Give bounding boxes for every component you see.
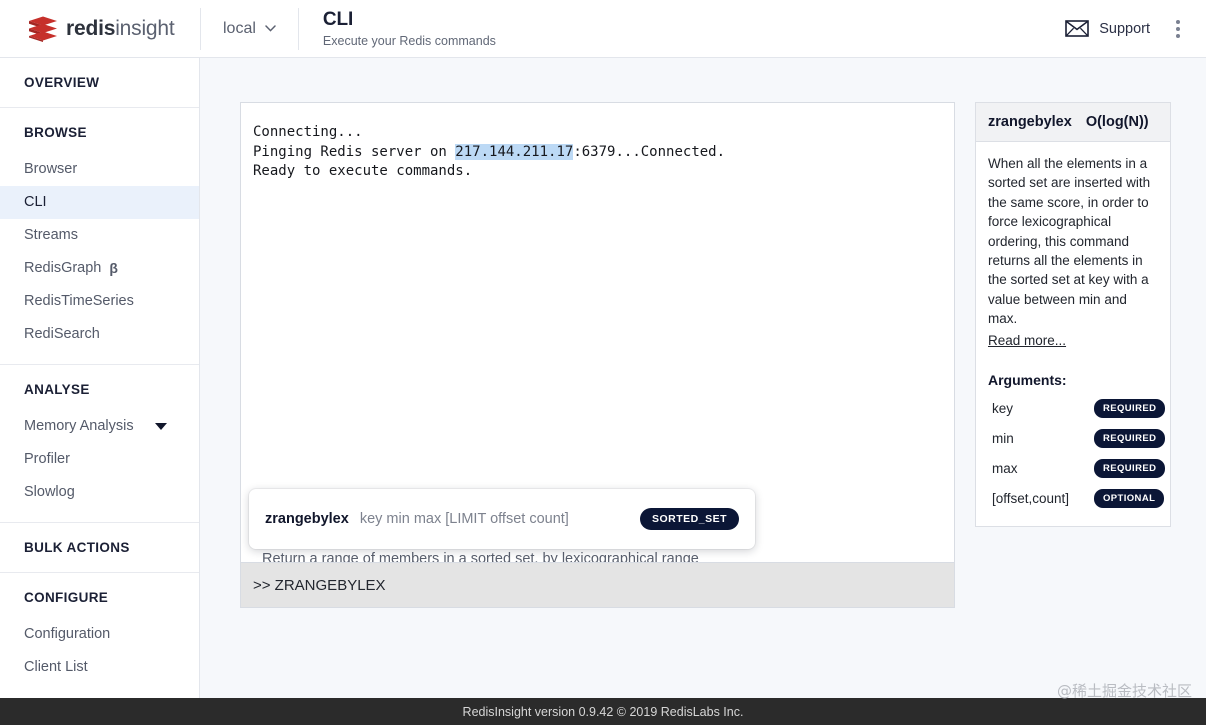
nav-group-title-analyse: ANALYSE [24, 382, 90, 397]
autocomplete-description: Return a range of members in a sorted se… [262, 551, 699, 562]
logo-text-light: insight [115, 16, 175, 40]
sidebar-item-configuration[interactable]: Configuration [0, 618, 199, 651]
app-logo[interactable]: redisinsight [0, 0, 200, 58]
kebab-dot [1176, 33, 1180, 38]
sidebar-item-label: Configuration [24, 626, 111, 642]
arguments-title: Arguments: [988, 371, 1067, 388]
selected-ip-address: 217.144.211.17 [455, 143, 574, 160]
nav-group-title-bulk-actions: BULK ACTIONS [24, 540, 130, 555]
support-button[interactable]: Support [1055, 14, 1160, 43]
argument-name: [offset,count] [992, 490, 1070, 506]
console-line-ping-suffix: :6379...Connected. [573, 143, 726, 160]
nav-group-analyse: ANALYSE Memory Analysis Profiler Slowlog [0, 365, 199, 523]
chevron-down-icon [265, 25, 276, 32]
console-line-connecting: Connecting... [253, 124, 363, 140]
sidebar-item-label: Client List [24, 659, 88, 675]
argument-name: min [992, 430, 1014, 446]
argument-requirement-badge: REQUIRED [1094, 458, 1166, 478]
envelope-icon [1065, 20, 1090, 37]
connection-selector[interactable]: local [201, 0, 298, 58]
autocomplete-group-badge: SORTED_SET [639, 508, 739, 530]
caret-down-icon[interactable] [155, 423, 167, 430]
sidebar-item-label: Profiler [24, 451, 70, 467]
console-line-ready: Ready to execute commands. [253, 163, 473, 179]
page-subtitle: Execute your Redis commands [322, 33, 496, 48]
sidebar-item-redisearch[interactable]: RediSearch [0, 318, 199, 351]
sidebar-item-label: Streams [24, 227, 78, 243]
command-help-header: zrangebylex O(log(N)) [976, 103, 1170, 142]
beta-badge: β [109, 260, 118, 276]
sidebar-item-label: Browser [24, 161, 78, 177]
kebab-dot [1176, 19, 1180, 24]
support-label: Support [1099, 20, 1150, 37]
footer-text: RedisInsight version 0.9.42 © 2019 Redis… [462, 704, 744, 719]
sidebar-item-label: Slowlog [24, 484, 75, 500]
argument-requirement-badge: REQUIRED [1094, 398, 1166, 418]
command-help-body: When all the elements in a sorted set ar… [976, 142, 1170, 526]
connection-name: local [223, 19, 256, 37]
argument-name: key [992, 400, 1014, 416]
sidebar-item-cli[interactable]: CLI [0, 186, 199, 219]
sidebar-item-browser[interactable]: Browser [0, 153, 199, 186]
page-title: CLI [322, 8, 354, 30]
top-bar-actions: Support [1055, 14, 1206, 44]
argument-requirement-badge: OPTIONAL [1094, 488, 1165, 508]
top-bar: redisinsight local CLI Execute your Redi… [0, 0, 1206, 58]
autocomplete-command-args: key min max [LIMIT offset count] [359, 511, 569, 527]
argument-row: key REQUIRED [988, 398, 1166, 418]
help-complexity: O(log(N)) [1085, 114, 1149, 130]
nav-group-browse: BROWSE Browser CLI Streams RedisGraph β R… [0, 108, 199, 365]
argument-row: min REQUIRED [988, 428, 1166, 448]
argument-requirement-badge: REQUIRED [1094, 428, 1166, 448]
sidebar-item-label: RedisGraph [24, 260, 102, 276]
cli-command-input[interactable]: >> ZRANGEBYLEX [240, 562, 955, 608]
kebab-dot [1176, 26, 1180, 31]
sidebar-item-profiler[interactable]: Profiler [0, 443, 199, 476]
sidebar-item-client-list[interactable]: Client List [0, 651, 199, 684]
sidebar-item-label: RediSearch [24, 326, 100, 342]
sidebar-item-label: RedisTimeSeries [24, 293, 134, 309]
help-command-name: zrangebylex [988, 114, 1072, 130]
cli-command-input-value: >> ZRANGEBYLEX [253, 576, 386, 594]
sidebar-item-memory-analysis[interactable]: Memory Analysis [0, 410, 199, 443]
nav-group-overview: OVERVIEW [0, 58, 199, 108]
autocomplete-suggestion[interactable]: zrangebylex key min max [LIMIT offset co… [249, 489, 755, 549]
footer: RedisInsight version 0.9.42 © 2019 Redis… [0, 698, 1206, 725]
sidebar: OVERVIEW BROWSE Browser CLI Streams Redi… [0, 58, 200, 698]
help-description: When all the elements in a sorted set ar… [988, 156, 1151, 327]
cli-output-text: Connecting... Pinging Redis server on 21… [241, 103, 954, 182]
autocomplete-command-name: zrangebylex [265, 511, 349, 527]
logo-text-bold: redis [66, 16, 116, 40]
nav-group-title-browse: BROWSE [24, 125, 87, 140]
page-header: CLI Execute your Redis commands [299, 0, 496, 58]
sidebar-item-label: Memory Analysis [24, 418, 134, 434]
argument-name: max [992, 460, 1018, 476]
sidebar-item-slowlog[interactable]: Slowlog [0, 476, 199, 509]
sidebar-item-redisgraph[interactable]: RedisGraph β [0, 252, 199, 285]
nav-group-bulk-actions: BULK ACTIONS [0, 523, 199, 573]
app-logo-text: redisinsight [66, 17, 175, 41]
sidebar-item-streams[interactable]: Streams [0, 219, 199, 252]
sidebar-item-redistimeseries[interactable]: RedisTimeSeries [0, 285, 199, 318]
command-help-panel: zrangebylex O(log(N)) When all the eleme… [975, 102, 1171, 527]
nav-group-configure: CONFIGURE Configuration Client List [0, 573, 199, 684]
argument-row: max REQUIRED [988, 458, 1166, 478]
nav-group-title-overview: OVERVIEW [24, 75, 100, 90]
read-more-link[interactable]: Read more... [988, 333, 1066, 348]
console-line-ping-prefix: Pinging Redis server on [253, 143, 456, 160]
sidebar-item-label: CLI [24, 194, 47, 210]
argument-row: [offset,count] OPTIONAL [988, 488, 1165, 508]
redis-cube-icon [29, 16, 57, 42]
more-options-icon[interactable] [1164, 14, 1192, 44]
main-content: Connecting... Pinging Redis server on 21… [200, 58, 1206, 698]
nav-group-title-configure: CONFIGURE [24, 590, 109, 605]
